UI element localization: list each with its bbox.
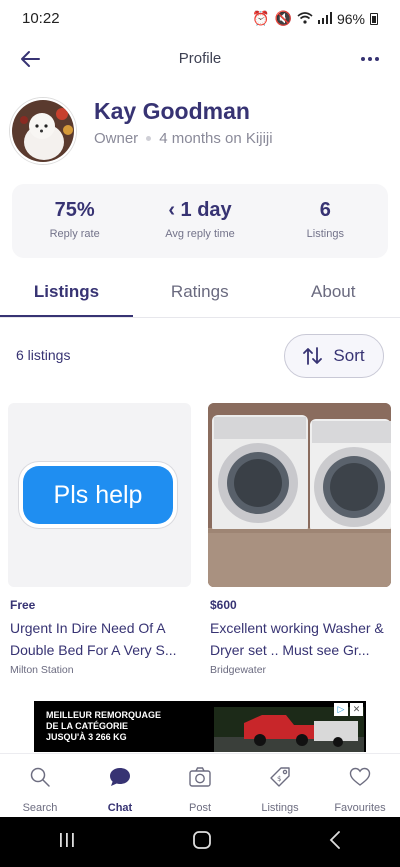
battery-percent: 96% — [336, 10, 365, 27]
mute-icon: 🔇 — [274, 10, 292, 26]
nav-listings[interactable]: $ Listings — [240, 754, 320, 817]
signal-icon — [317, 11, 332, 27]
nav-label: Post — [188, 802, 211, 814]
tab-listings[interactable]: Listings — [0, 266, 133, 317]
ad-close-icon[interactable]: ✕ — [350, 703, 363, 716]
listing-title: Excellent working Washer & Dryer set .. … — [210, 620, 384, 658]
stat-label: Avg reply time — [165, 228, 235, 240]
listing-card[interactable]: Pls help Free Urgent In Dire Need Of A D… — [8, 403, 191, 676]
stat-listings: 6 Listings — [263, 184, 388, 258]
profile-role: Owner — [94, 130, 139, 147]
ad-line: JUSQU'À 3 266 KG — [46, 732, 127, 742]
more-options-button[interactable] — [354, 44, 386, 74]
listing-price: $600 — [210, 598, 237, 612]
bottom-nav: Search Chat Post $ Listings Favourites — [0, 753, 400, 817]
sort-button[interactable]: Sort — [284, 334, 384, 378]
image-text: Pls help — [53, 480, 143, 509]
chat-icon — [80, 766, 160, 788]
page-title: Profile — [178, 50, 222, 67]
ad-line: DE LA CATÉGORIE — [46, 721, 129, 731]
nav-search[interactable]: Search — [0, 754, 80, 817]
sort-label: Sort — [333, 346, 365, 365]
tab-ratings[interactable]: Ratings — [133, 266, 267, 317]
top-bar: Profile — [0, 36, 400, 82]
status-icons: ⏰ 🔇 96% — [252, 10, 378, 27]
stat-value: ‹ 1 day — [168, 199, 232, 221]
svg-text:$: $ — [277, 775, 281, 783]
stat-value: 6 — [319, 199, 331, 221]
stat-value: 75% — [54, 199, 95, 221]
system-back-button[interactable] — [328, 830, 342, 854]
nav-label: Chat — [107, 802, 133, 814]
listing-card[interactable]: $600 Excellent working Washer & Dryer se… — [208, 403, 391, 676]
ad-banner[interactable]: MEILLEUR REMORQUAGE DE LA CATÉGORIE JUSQ… — [34, 701, 366, 752]
chevron-left-icon — [329, 830, 340, 849]
stat-avg-reply-time: ‹ 1 day Avg reply time — [137, 184, 262, 258]
recent-apps-icon — [60, 832, 74, 847]
ad-text: MEILLEUR REMORQUAGE DE LA CATÉGORIE JUSQ… — [46, 710, 161, 743]
search-icon — [0, 766, 80, 788]
profile-stats: 75% Reply rate ‹ 1 day Avg reply time 6 … — [12, 184, 388, 258]
separator-dot — [146, 136, 152, 141]
tab-about[interactable]: About — [267, 266, 400, 317]
status-time: 10:22 — [22, 10, 60, 27]
heart-icon — [320, 766, 400, 788]
avatar — [10, 98, 76, 164]
camera-icon — [160, 766, 240, 788]
status-bar: 10:22 ⏰ 🔇 96% — [0, 0, 400, 36]
nav-label: Search — [22, 802, 58, 814]
sort-icon — [303, 347, 323, 365]
profile-tenure: 4 months on Kijiji — [159, 130, 273, 147]
tag-icon: $ — [240, 766, 320, 788]
stat-label: Reply rate — [49, 228, 100, 240]
recent-apps-button[interactable] — [58, 832, 76, 853]
profile-tabs: Listings Ratings About — [0, 266, 400, 318]
listing-title: Urgent In Dire Need Of A Double Bed For … — [10, 620, 177, 658]
stat-reply-rate: 75% Reply rate — [12, 184, 137, 258]
listing-image: Pls help — [8, 403, 191, 587]
battery-icon — [370, 12, 378, 25]
listing-price: Free — [10, 598, 36, 612]
home-icon — [193, 830, 211, 849]
nav-label: Listings — [261, 802, 299, 814]
profile-meta: Owner 4 months on Kijiji — [94, 130, 273, 147]
home-button[interactable] — [192, 830, 212, 855]
listing-location: Milton Station — [10, 664, 74, 676]
ad-choices-icon[interactable]: ▷ — [334, 703, 348, 716]
stat-label: Listings — [306, 228, 344, 240]
profile-name: Kay Goodman — [94, 98, 250, 124]
ad-line: MEILLEUR REMORQUAGE — [46, 710, 162, 720]
system-nav-bar — [0, 817, 400, 867]
nav-chat[interactable]: Chat — [80, 754, 160, 817]
chat-bubble-image: Pls help — [23, 466, 173, 524]
listing-image — [208, 403, 391, 587]
nav-favourites[interactable]: Favourites — [320, 754, 400, 817]
listing-location: Bridgewater — [210, 664, 267, 676]
more-horizontal-icon — [361, 57, 379, 61]
wifi-icon — [297, 11, 313, 27]
nav-post[interactable]: Post — [160, 754, 240, 817]
washer-dryer-photo — [208, 403, 391, 587]
listings-count: 6 listings — [16, 347, 71, 363]
nav-label: Favourites — [334, 802, 386, 814]
alarm-icon: ⏰ — [252, 10, 270, 26]
